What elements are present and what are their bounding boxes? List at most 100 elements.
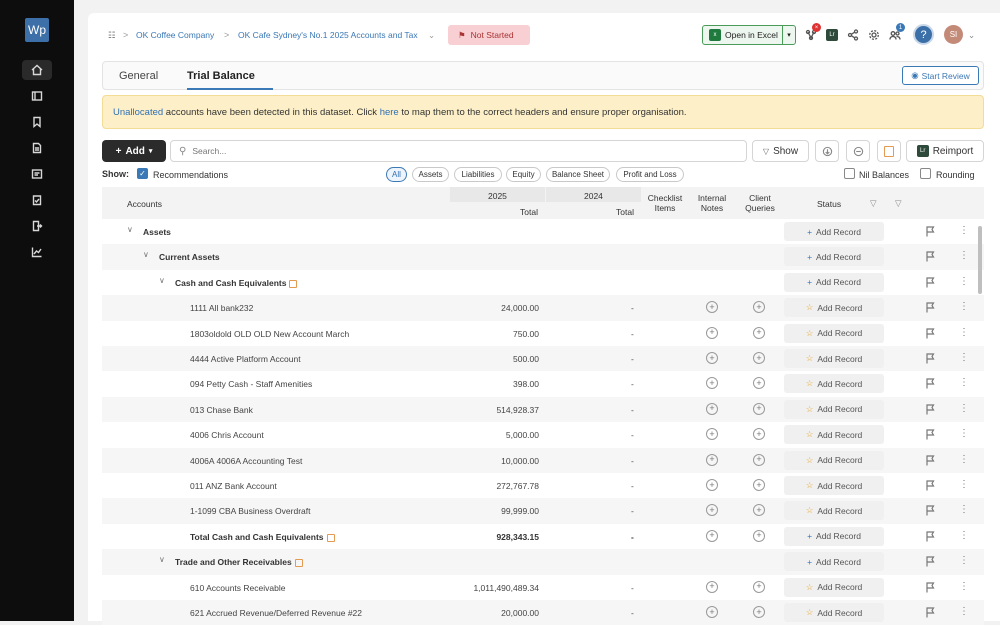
add-note-button[interactable]: + bbox=[706, 301, 718, 314]
recommendations-checkbox[interactable]: ✓ bbox=[137, 168, 148, 180]
add-record-button[interactable]: ☆ Add Record bbox=[784, 399, 884, 419]
filter-icon[interactable]: ▽ bbox=[895, 198, 902, 209]
more-options-icon[interactable]: ⋮ bbox=[959, 403, 969, 414]
more-options-icon[interactable]: ⋮ bbox=[959, 352, 969, 363]
add-record-button[interactable]: + Add Record bbox=[784, 222, 884, 241]
table-row[interactable]: 4006 Chris Account 5,000.00 - + + ☆ Add Record… bbox=[102, 422, 984, 447]
add-note-button[interactable]: + bbox=[706, 402, 718, 415]
table-row[interactable]: ∨ Trade and Other Receivables + Add Record ⋮ bbox=[102, 549, 984, 575]
add-record-button[interactable]: ☆ Add Record bbox=[784, 476, 884, 495]
clipboard-check-icon[interactable] bbox=[22, 190, 52, 210]
add-query-button[interactable]: + bbox=[753, 402, 765, 415]
add-query-button[interactable]: + bbox=[753, 580, 765, 593]
add-record-button[interactable]: + Add Record bbox=[784, 526, 884, 546]
table-row[interactable]: 094 Petty Cash - Staff Amenities 398.00 - +… bbox=[102, 371, 984, 396]
add-note-button[interactable]: + bbox=[706, 377, 718, 390]
flag-icon[interactable] bbox=[925, 404, 936, 415]
more-options-icon[interactable]: ⋮ bbox=[959, 581, 969, 592]
chart-icon[interactable] bbox=[22, 242, 52, 262]
more-options-icon[interactable]: ⋮ bbox=[959, 225, 969, 236]
table-row[interactable]: 610 Accounts Receivable 1,011,490,489.34 -… bbox=[102, 575, 984, 600]
share-icon[interactable] bbox=[846, 28, 860, 42]
add-record-button[interactable]: ☆ Add Record bbox=[784, 501, 884, 521]
expand-all-button[interactable] bbox=[815, 140, 839, 162]
table-row[interactable]: ∨ Cash and Cash Equivalents + Add Record ⋮ bbox=[102, 270, 984, 295]
add-record-button[interactable]: ☆ Add Record bbox=[784, 323, 884, 343]
flag-icon[interactable] bbox=[925, 607, 936, 618]
add-query-button[interactable]: + bbox=[753, 479, 765, 491]
chevron-down-icon[interactable]: ∨ bbox=[143, 250, 149, 259]
table-row[interactable]: 621 Accrued Revenue/Deferred Revenue #22… bbox=[102, 600, 984, 625]
add-query-button[interactable]: + bbox=[753, 529, 765, 542]
more-options-icon[interactable]: ⋮ bbox=[959, 327, 969, 338]
add-query-button[interactable]: + bbox=[753, 453, 765, 466]
home-icon[interactable] bbox=[22, 60, 52, 80]
more-options-icon[interactable]: ⋮ bbox=[959, 606, 969, 617]
col-accounts[interactable]: Accounts bbox=[127, 199, 162, 209]
flag-icon[interactable] bbox=[925, 251, 936, 262]
sheet-icon[interactable] bbox=[22, 86, 52, 106]
breadcrumb-file[interactable]: OK Cafe Sydney's No.1 2025 Accounts and … bbox=[238, 30, 418, 40]
users-icon[interactable]: 1 bbox=[888, 23, 905, 42]
add-query-button[interactable]: + bbox=[753, 352, 765, 364]
clipboard-button[interactable] bbox=[877, 140, 901, 162]
account-name[interactable]: Trade and Other Receivables bbox=[175, 557, 303, 567]
reimport-button[interactable]: Lr Reimport bbox=[906, 140, 984, 162]
table-row[interactable]: ∨ Current Assets + Add Record ⋮ bbox=[102, 244, 984, 270]
table-row[interactable]: 4006A 4006A Accounting Test 10,000.00 - + + ☆… bbox=[102, 447, 984, 473]
add-note-button[interactable]: + bbox=[706, 453, 718, 466]
rounding-checkbox[interactable] bbox=[920, 168, 931, 180]
add-query-button[interactable]: + bbox=[753, 504, 765, 517]
table-row[interactable]: ∨ Assets + Add Record ⋮ bbox=[102, 219, 984, 244]
flag-icon[interactable] bbox=[925, 378, 936, 389]
account-name[interactable]: Cash and Cash Equivalents bbox=[175, 278, 298, 288]
chevron-down-icon[interactable]: ∨ bbox=[159, 555, 165, 564]
account-name[interactable]: Current Assets bbox=[159, 252, 220, 262]
flag-icon[interactable] bbox=[925, 581, 936, 593]
more-options-icon[interactable]: ⋮ bbox=[959, 301, 969, 312]
add-note-button[interactable]: + bbox=[706, 352, 718, 364]
org-icon[interactable]: ☷ bbox=[108, 30, 116, 41]
search-box[interactable]: ⚲ bbox=[170, 140, 747, 162]
table-row[interactable]: 4444 Active Platform Account 500.00 - + + ☆ Ad… bbox=[102, 346, 984, 372]
filter-chip-all[interactable]: All bbox=[386, 167, 407, 182]
scrollbar[interactable] bbox=[978, 226, 982, 294]
filter-chip-balance-sheet[interactable]: Balance Sheet bbox=[546, 167, 610, 182]
help-button[interactable]: ? bbox=[913, 24, 934, 45]
list-icon[interactable] bbox=[22, 164, 52, 184]
status-badge[interactable]: ⚑ Not Started bbox=[448, 25, 530, 45]
more-options-icon[interactable]: ⋮ bbox=[959, 428, 969, 439]
add-record-button[interactable]: ☆ Add Record bbox=[784, 374, 884, 394]
flag-icon[interactable] bbox=[925, 454, 936, 466]
more-options-icon[interactable]: ⋮ bbox=[959, 377, 969, 388]
network-icon[interactable]: × bbox=[804, 23, 821, 42]
add-query-button[interactable]: + bbox=[753, 606, 765, 618]
export-icon[interactable] bbox=[22, 216, 52, 236]
avatar[interactable]: SI bbox=[944, 25, 963, 44]
more-options-icon[interactable]: ⋮ bbox=[959, 479, 969, 490]
filter-chip-equity[interactable]: Equity bbox=[506, 167, 541, 182]
table-row[interactable]: 1111 All bank232 24,000.00 - + + ☆ Add Record ⋮ bbox=[102, 295, 984, 321]
chevron-down-icon[interactable]: ⌄ bbox=[428, 30, 435, 41]
chevron-down-icon[interactable]: ∨ bbox=[127, 225, 133, 234]
collapse-all-button[interactable] bbox=[846, 140, 870, 162]
show-button[interactable]: ▽ Show bbox=[752, 140, 809, 162]
flag-icon[interactable] bbox=[925, 429, 936, 440]
flag-icon[interactable] bbox=[925, 531, 936, 542]
add-record-button[interactable]: + Add Record bbox=[784, 552, 884, 572]
flag-icon[interactable] bbox=[925, 480, 936, 491]
flag-icon[interactable] bbox=[925, 505, 936, 516]
add-record-button[interactable]: ☆ Add Record bbox=[784, 603, 884, 622]
add-record-button[interactable]: ☆ Add Record bbox=[784, 425, 884, 445]
gear-icon[interactable] bbox=[867, 28, 881, 42]
flag-icon[interactable] bbox=[925, 556, 936, 567]
add-note-button[interactable]: + bbox=[706, 428, 718, 441]
chevron-down-icon[interactable]: ⌄ bbox=[968, 30, 975, 41]
tab-general[interactable]: General bbox=[119, 70, 158, 82]
breadcrumb-company[interactable]: OK Coffee Company bbox=[136, 30, 214, 40]
add-record-button[interactable]: + Add Record bbox=[784, 272, 884, 292]
add-record-button[interactable]: ☆ Add Record bbox=[784, 349, 884, 368]
filter-chip-profit-and-loss[interactable]: Profit and Loss bbox=[616, 167, 684, 182]
more-options-icon[interactable]: ⋮ bbox=[959, 504, 969, 515]
flag-icon[interactable] bbox=[925, 226, 936, 237]
